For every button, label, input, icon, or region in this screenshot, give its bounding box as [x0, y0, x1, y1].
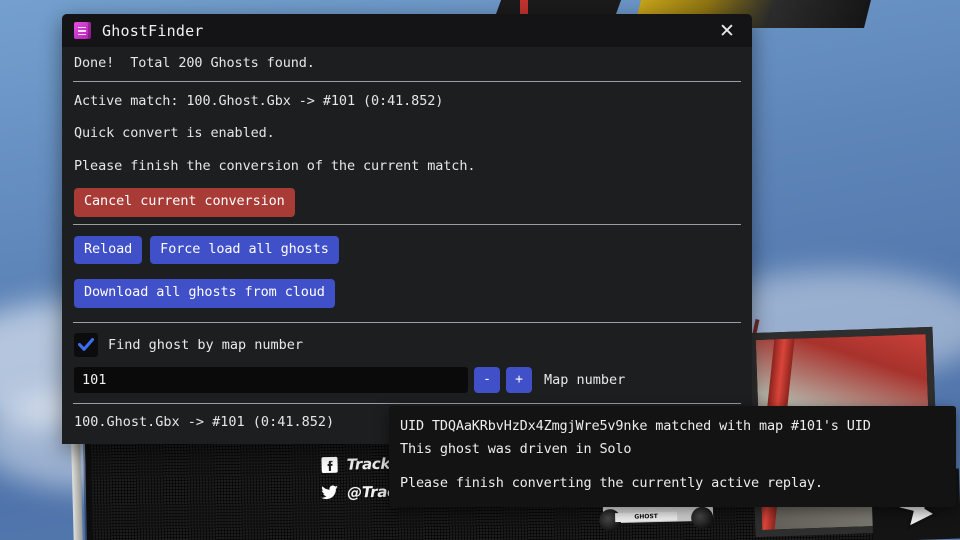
quick-convert-line: Quick convert is enabled. — [74, 125, 275, 141]
car-plate: GHOST — [615, 511, 678, 523]
actions-block: Reload Force load all ghosts Download al… — [73, 225, 741, 321]
force-load-ghosts-button[interactable]: Force load all ghosts — [150, 235, 339, 264]
window-titlebar[interactable]: GhostFinder ✕ — [62, 14, 752, 47]
facebook-icon — [319, 455, 339, 475]
map-number-decrement-button[interactable]: - — [474, 366, 500, 393]
close-icon[interactable]: ✕ — [712, 17, 742, 45]
cancel-conversion-button[interactable]: Cancel current conversion — [74, 188, 295, 217]
active-match-line: Active match: 100.Ghost.Gbx -> #101 (0:4… — [74, 92, 444, 109]
map-number-input[interactable] — [74, 366, 468, 393]
please-finish-line: Please finish the conversion of the curr… — [74, 157, 476, 174]
find-by-map-number-checkbox[interactable] — [74, 332, 98, 357]
find-by-map-number-label: Find ghost by map number — [108, 336, 304, 353]
reload-button[interactable]: Reload — [74, 235, 143, 264]
cancel-row: Cancel current conversion — [73, 182, 741, 217]
active-match-block: Active match: 100.Ghost.Gbx -> #101 (0:4… — [73, 82, 741, 223]
actions-row-1: Reload Force load all ghosts — [73, 228, 741, 272]
map-number-increment-button[interactable]: + — [506, 366, 532, 393]
book-icon-line — [78, 30, 86, 32]
screen: kmania FOLLOW US! Trackmania @Trackmania — [0, 0, 960, 540]
twitter-icon — [320, 483, 340, 503]
map-number-caption: Map number — [544, 371, 626, 388]
download-ghosts-cloud-button[interactable]: Download all ghosts from cloud — [74, 279, 335, 308]
map-number-row: - + Map number — [73, 365, 741, 402]
actions-row-2: Download all ghosts from cloud — [73, 271, 741, 315]
tooltip-line-mode: This ghost was driven in Solo — [400, 441, 632, 458]
tooltip-line-action: Please finish converting the currently a… — [400, 475, 823, 492]
window-body: Done! Total 200 Ghosts found. Active mat… — [62, 47, 752, 444]
car-wheel — [690, 506, 714, 530]
track-marker — [520, 0, 528, 14]
checkmark-icon — [78, 337, 94, 351]
book-icon — [74, 22, 91, 39]
ghostfinder-window: GhostFinder ✕ Done! Total 200 Ghosts fou… — [62, 14, 752, 444]
tooltip: UID TDQAaKRbvHzDx4ZmgjWre5v9nke matched … — [389, 406, 956, 507]
window-title: GhostFinder — [102, 21, 204, 40]
book-icon-line — [78, 26, 86, 29]
book-icon-line — [78, 33, 86, 36]
status-line: Done! Total 200 Ghosts found. — [74, 55, 315, 71]
tooltip-line-uid: UID TDQAaKRbvHzDx4ZmgjWre5v9nke matched … — [400, 418, 871, 434]
find-by-map-number-row[interactable]: Find ghost by map number — [73, 323, 741, 365]
